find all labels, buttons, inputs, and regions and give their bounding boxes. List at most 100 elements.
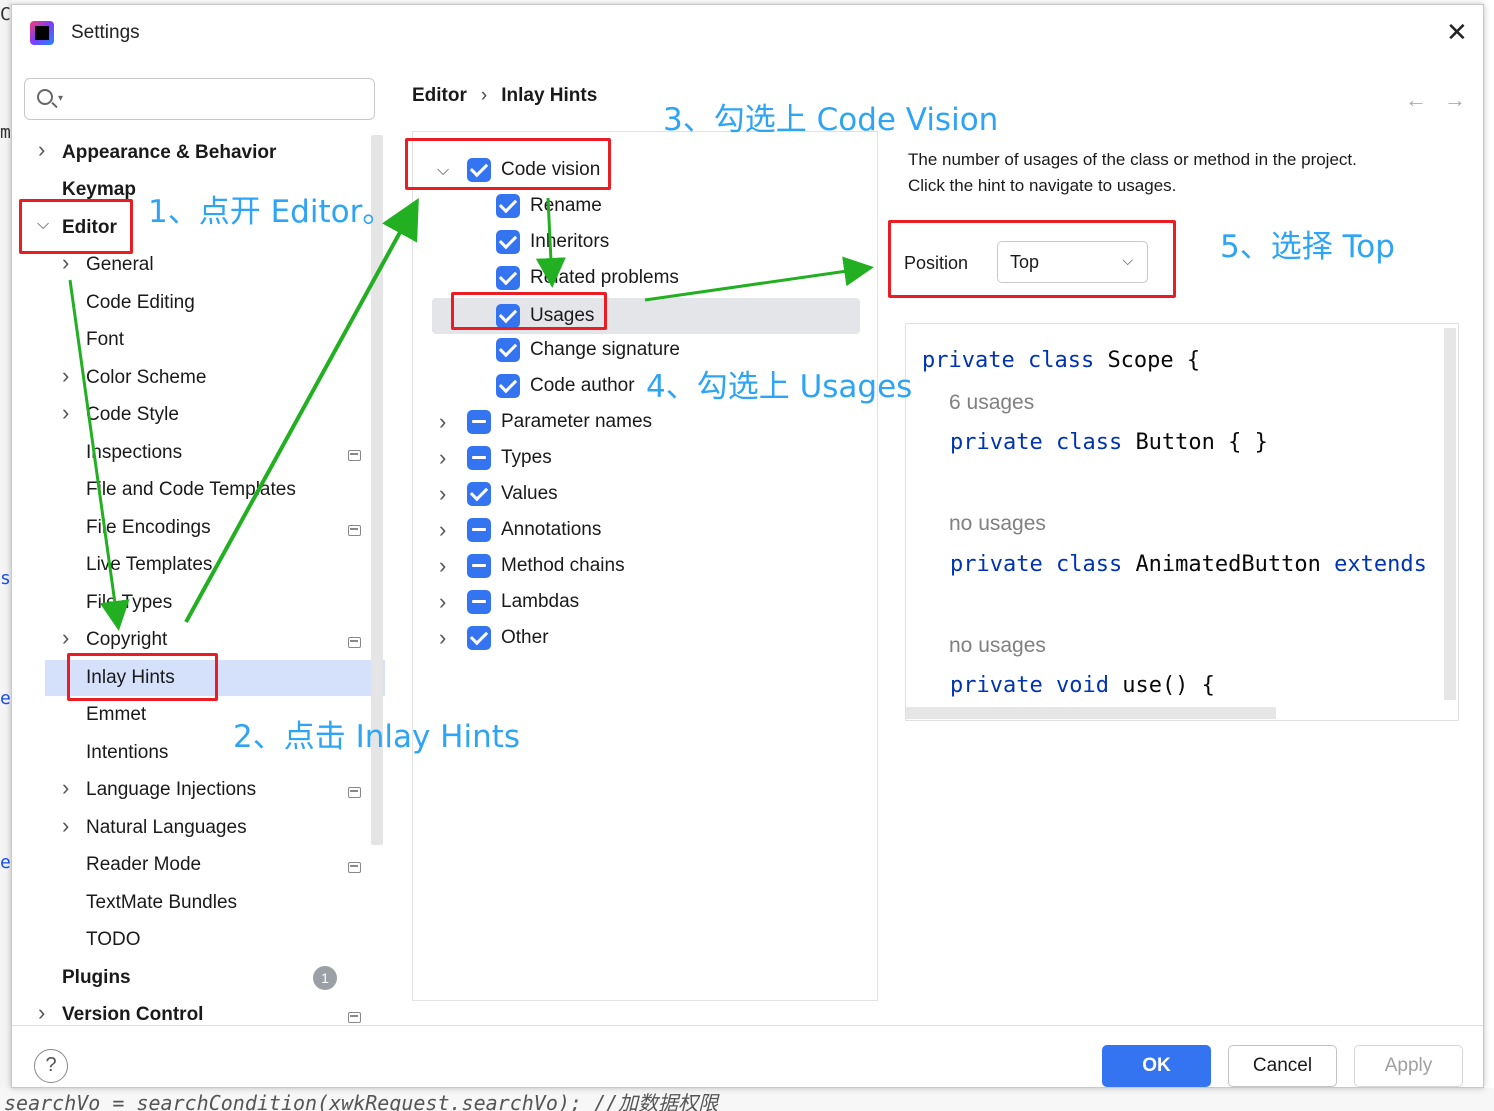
project-scope-icon [348,1012,361,1023]
preview-code-line: private class Button { } [950,430,1268,455]
code-preview: private class Scope { 6 usages private c… [905,323,1459,721]
hint-label: Annotations [501,519,602,540]
window-title: Settings [71,22,140,43]
preview-horizontal-scrollbar[interactable] [906,707,1276,719]
tree-item-appearance-behavior[interactable]: Appearance & Behavior [62,135,276,171]
background-code-line: searchVo = searchCondition(xwkRequest.se… [0,1088,1494,1111]
tree-item-inlay-hints[interactable]: Inlay Hints [45,660,385,696]
project-scope-icon [348,637,361,648]
hint-label: Code author [530,375,635,396]
usages-hint[interactable]: 6 usages [949,391,1034,415]
search-options-icon[interactable]: ▾ [58,93,63,104]
checkbox-code-author[interactable] [496,374,520,398]
hint-label: Change signature [530,339,680,360]
hint-label: Parameter names [501,411,653,432]
inlay-hints-tree: Code vision Rename Inheritors Related pr… [412,131,878,1001]
checkbox-annotations[interactable] [467,518,491,542]
tree-item-editor[interactable]: Editor [62,210,117,246]
tree-item-language-injections[interactable]: Language Injections [86,772,256,808]
hint-label: Inheritors [530,231,610,252]
collapse-chevron-icon[interactable] [37,216,49,234]
tree-item-natural-languages[interactable]: Natural Languages [86,810,247,846]
preview-code-line: private void use() { [950,673,1215,698]
title-bar: Settings ✕ [12,5,1483,57]
back-arrow-icon[interactable]: ← [1405,87,1427,113]
plugins-update-badge: 1 [313,966,337,990]
settings-dialog: Settings ✕ ▾ Appearance & Behavior Keyma… [11,4,1484,1088]
tree-item-emmet[interactable]: Emmet [86,697,146,733]
checkbox-rename[interactable] [496,194,520,218]
expand-chevron-icon[interactable] [62,363,69,389]
checkbox-values[interactable] [467,482,491,506]
checkbox-other[interactable] [467,626,491,650]
checkbox-change-signature[interactable] [496,338,520,362]
checkbox-usages[interactable] [496,304,520,328]
hint-label: Types [501,447,552,468]
settings-search[interactable]: ▾ [24,78,375,120]
hint-label: Lambdas [501,591,580,612]
tree-item-version-control[interactable]: Version Control [62,997,203,1033]
checkbox-parameter-names[interactable] [467,410,491,434]
forward-arrow-icon[interactable]: → [1444,87,1466,113]
expand-chevron-icon[interactable] [62,625,69,651]
tree-item-reader-mode[interactable]: Reader Mode [86,847,201,883]
close-icon[interactable]: ✕ [1446,17,1468,48]
preview-code-line: private class Scope { [922,348,1201,373]
tree-item-inspections[interactable]: Inspections [86,435,182,471]
expand-chevron-icon[interactable] [439,512,446,550]
apply-button[interactable]: Apply [1354,1045,1463,1087]
expand-chevron-icon[interactable] [62,775,69,801]
expand-chevron-icon[interactable] [439,620,446,658]
usages-hint[interactable]: no usages [949,512,1046,536]
checkbox-lambdas[interactable] [467,590,491,614]
tree-item-code-style[interactable]: Code Style [86,397,179,433]
expand-chevron-icon[interactable] [62,813,69,839]
project-scope-icon [348,862,361,873]
ok-button[interactable]: OK [1102,1045,1211,1087]
project-scope-icon [348,450,361,461]
tree-item-file-code-templates[interactable]: File and Code Templates [86,472,296,508]
hint-row-usages[interactable]: Usages [432,298,860,334]
checkbox-types[interactable] [467,446,491,470]
tree-scrollbar[interactable] [371,135,383,845]
tree-item-intentions[interactable]: Intentions [86,735,168,771]
expand-chevron-icon[interactable] [439,548,446,586]
expand-chevron-icon[interactable] [439,404,446,442]
tree-item-textmate-bundles[interactable]: TextMate Bundles [86,885,237,921]
collapse-chevron-icon[interactable] [437,152,449,189]
tree-item-general[interactable]: General [86,247,154,283]
tree-item-todo[interactable]: TODO [86,922,141,958]
hint-description: The number of usages of the class or met… [908,147,1357,199]
expand-chevron-icon[interactable] [439,476,446,514]
breadcrumb-editor[interactable]: Editor [412,85,467,106]
checkbox-code-vision[interactable] [467,158,491,182]
tree-item-copyright[interactable]: Copyright [86,622,167,658]
preview-code-line: private class AnimatedButton extends [950,552,1427,577]
tree-item-keymap[interactable]: Keymap [62,172,136,208]
checkbox-related-problems[interactable] [496,266,520,290]
tree-item-file-encodings[interactable]: File Encodings [86,510,211,546]
description-line: Click the hint to navigate to usages. [908,176,1177,195]
cancel-button[interactable]: Cancel [1228,1045,1337,1087]
expand-chevron-icon[interactable] [62,250,69,276]
tree-item-color-scheme[interactable]: Color Scheme [86,360,206,396]
checkbox-inheritors[interactable] [496,230,520,254]
tree-item-live-templates[interactable]: Live Templates [86,547,212,583]
usages-hint[interactable]: no usages [949,634,1046,658]
preview-vertical-scrollbar[interactable] [1444,328,1456,700]
tree-item-plugins[interactable]: Plugins [62,960,131,996]
search-input[interactable] [75,87,365,111]
checkbox-method-chains[interactable] [467,554,491,578]
expand-chevron-icon[interactable] [38,1000,45,1026]
position-dropdown[interactable]: Top ⌵ [997,241,1148,283]
expand-chevron-icon[interactable] [62,400,69,426]
expand-chevron-icon[interactable] [38,137,45,163]
project-scope-icon [348,525,361,536]
expand-chevron-icon[interactable] [439,440,446,478]
tree-item-font[interactable]: Font [86,322,124,358]
tree-item-file-types[interactable]: File Types [86,585,172,621]
tree-item-code-editing[interactable]: Code Editing [86,285,195,321]
help-icon[interactable]: ? [34,1049,68,1083]
hint-label: Values [501,483,558,504]
expand-chevron-icon[interactable] [439,584,446,622]
